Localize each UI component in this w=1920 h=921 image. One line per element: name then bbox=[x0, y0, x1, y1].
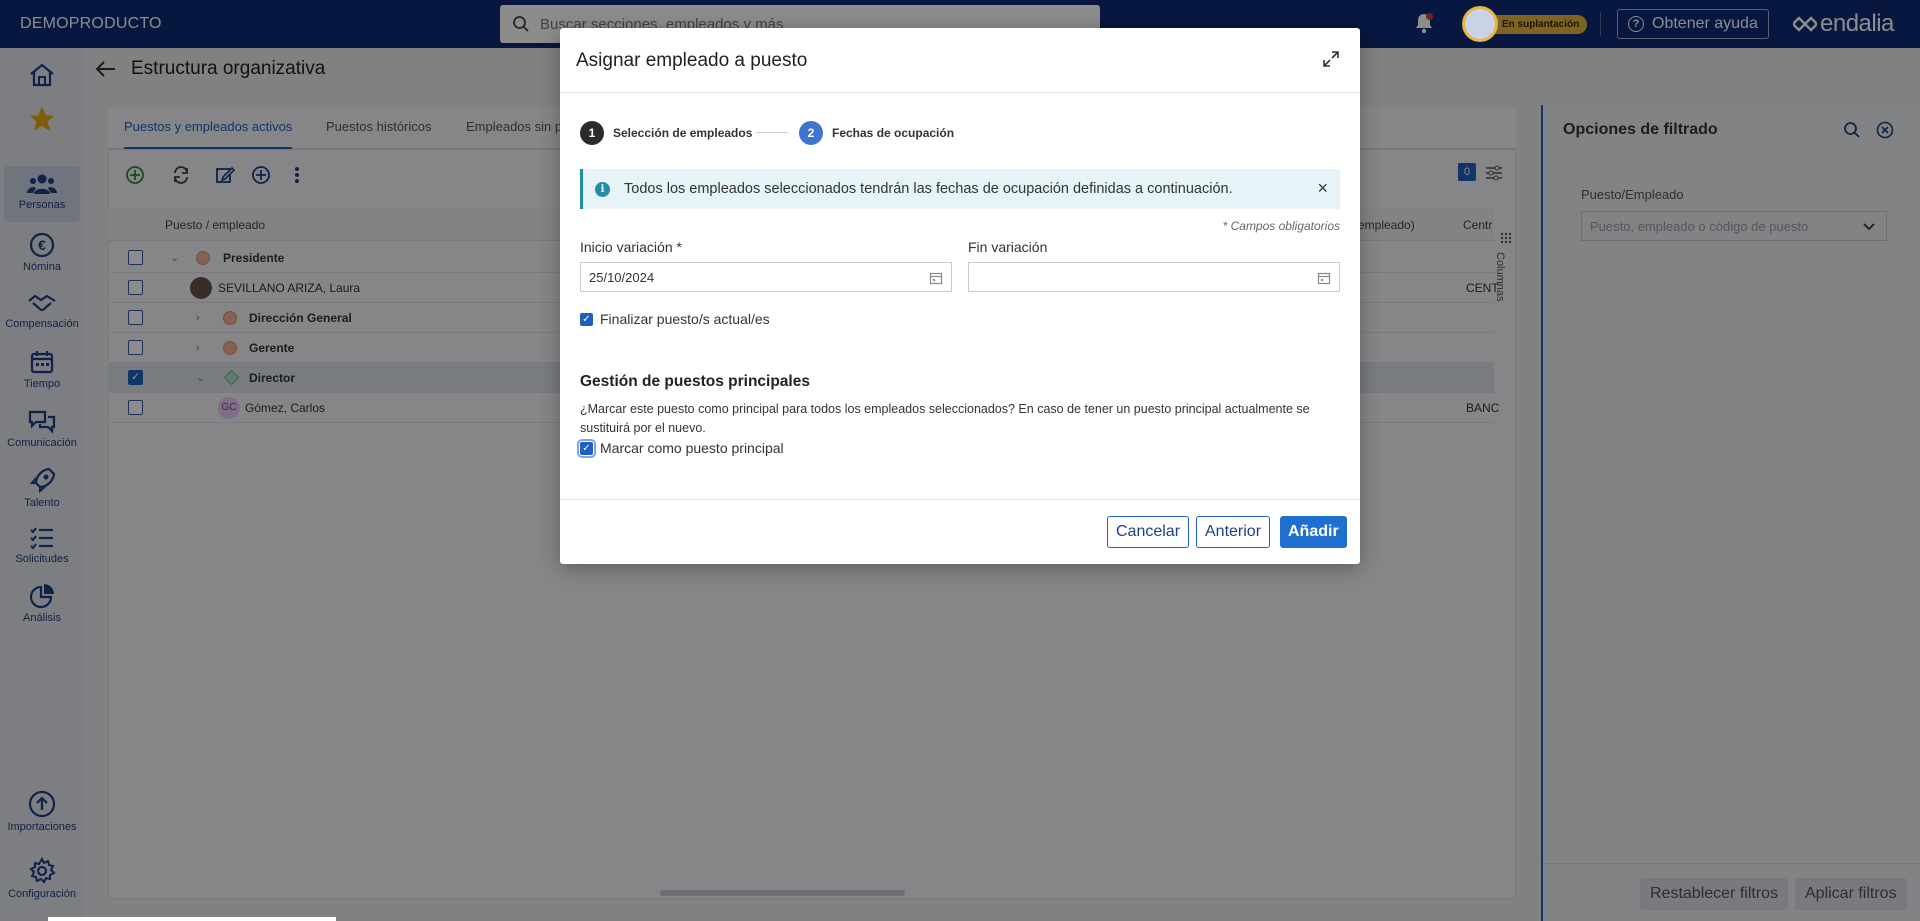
step-2: 2 Fechas de ocupación bbox=[799, 121, 954, 145]
close-alert-icon[interactable]: × bbox=[1317, 178, 1328, 199]
previous-button[interactable]: Anterior bbox=[1196, 516, 1271, 548]
start-date-field[interactable]: 25/10/2024 bbox=[580, 262, 952, 292]
info-alert: i Todos los empleados seleccionados tend… bbox=[580, 169, 1340, 209]
avatar bbox=[1462, 6, 1498, 42]
checkbox-label: Finalizar puesto/s actual/es bbox=[600, 311, 770, 327]
dialog-title: Asignar empleado a puesto bbox=[576, 50, 808, 71]
section-description: ¿Marcar este puesto como principal para … bbox=[580, 402, 1310, 435]
expand-icon[interactable] bbox=[1322, 50, 1340, 68]
assign-employee-dialog: Asignar empleado a puesto 1 Selección de… bbox=[560, 28, 1360, 564]
checkbox-label: Marcar como puesto principal bbox=[600, 440, 784, 456]
divider bbox=[560, 92, 1360, 93]
cancel-button[interactable]: Cancelar bbox=[1107, 516, 1190, 548]
bottom-progress-strip bbox=[48, 917, 336, 921]
mark-principal-checkbox[interactable]: ✓ Marcar como puesto principal bbox=[577, 438, 784, 458]
add-button[interactable]: Añadir bbox=[1280, 516, 1347, 548]
divider bbox=[560, 499, 1360, 500]
finalize-positions-checkbox[interactable]: ✓ Finalizar puesto/s actual/es bbox=[580, 311, 770, 327]
start-date-value: 25/10/2024 bbox=[589, 269, 655, 285]
step-connector bbox=[756, 132, 788, 133]
alert-text: Todos los empleados seleccionados tendrá… bbox=[624, 181, 1233, 197]
step-number: 2 bbox=[799, 121, 823, 145]
calendar-icon[interactable] bbox=[929, 271, 943, 285]
checkbox-checked[interactable]: ✓ bbox=[577, 438, 596, 458]
step-number: 1 bbox=[580, 121, 604, 145]
step-label: Fechas de ocupación bbox=[832, 126, 955, 140]
checkbox-checked[interactable]: ✓ bbox=[580, 312, 593, 326]
calendar-icon[interactable] bbox=[1317, 271, 1331, 285]
section-title: Gestión de puestos principales bbox=[580, 373, 810, 390]
end-date-field[interactable] bbox=[968, 262, 1340, 292]
step-label: Selección de empleados bbox=[613, 126, 753, 140]
end-date-label: Fin variación bbox=[968, 239, 1048, 255]
required-note: * Campos obligatorios bbox=[1222, 219, 1340, 233]
step-1: 1 Selección de empleados bbox=[580, 121, 752, 145]
start-date-label: Inicio variación * bbox=[580, 239, 682, 255]
info-icon: i bbox=[595, 181, 610, 197]
